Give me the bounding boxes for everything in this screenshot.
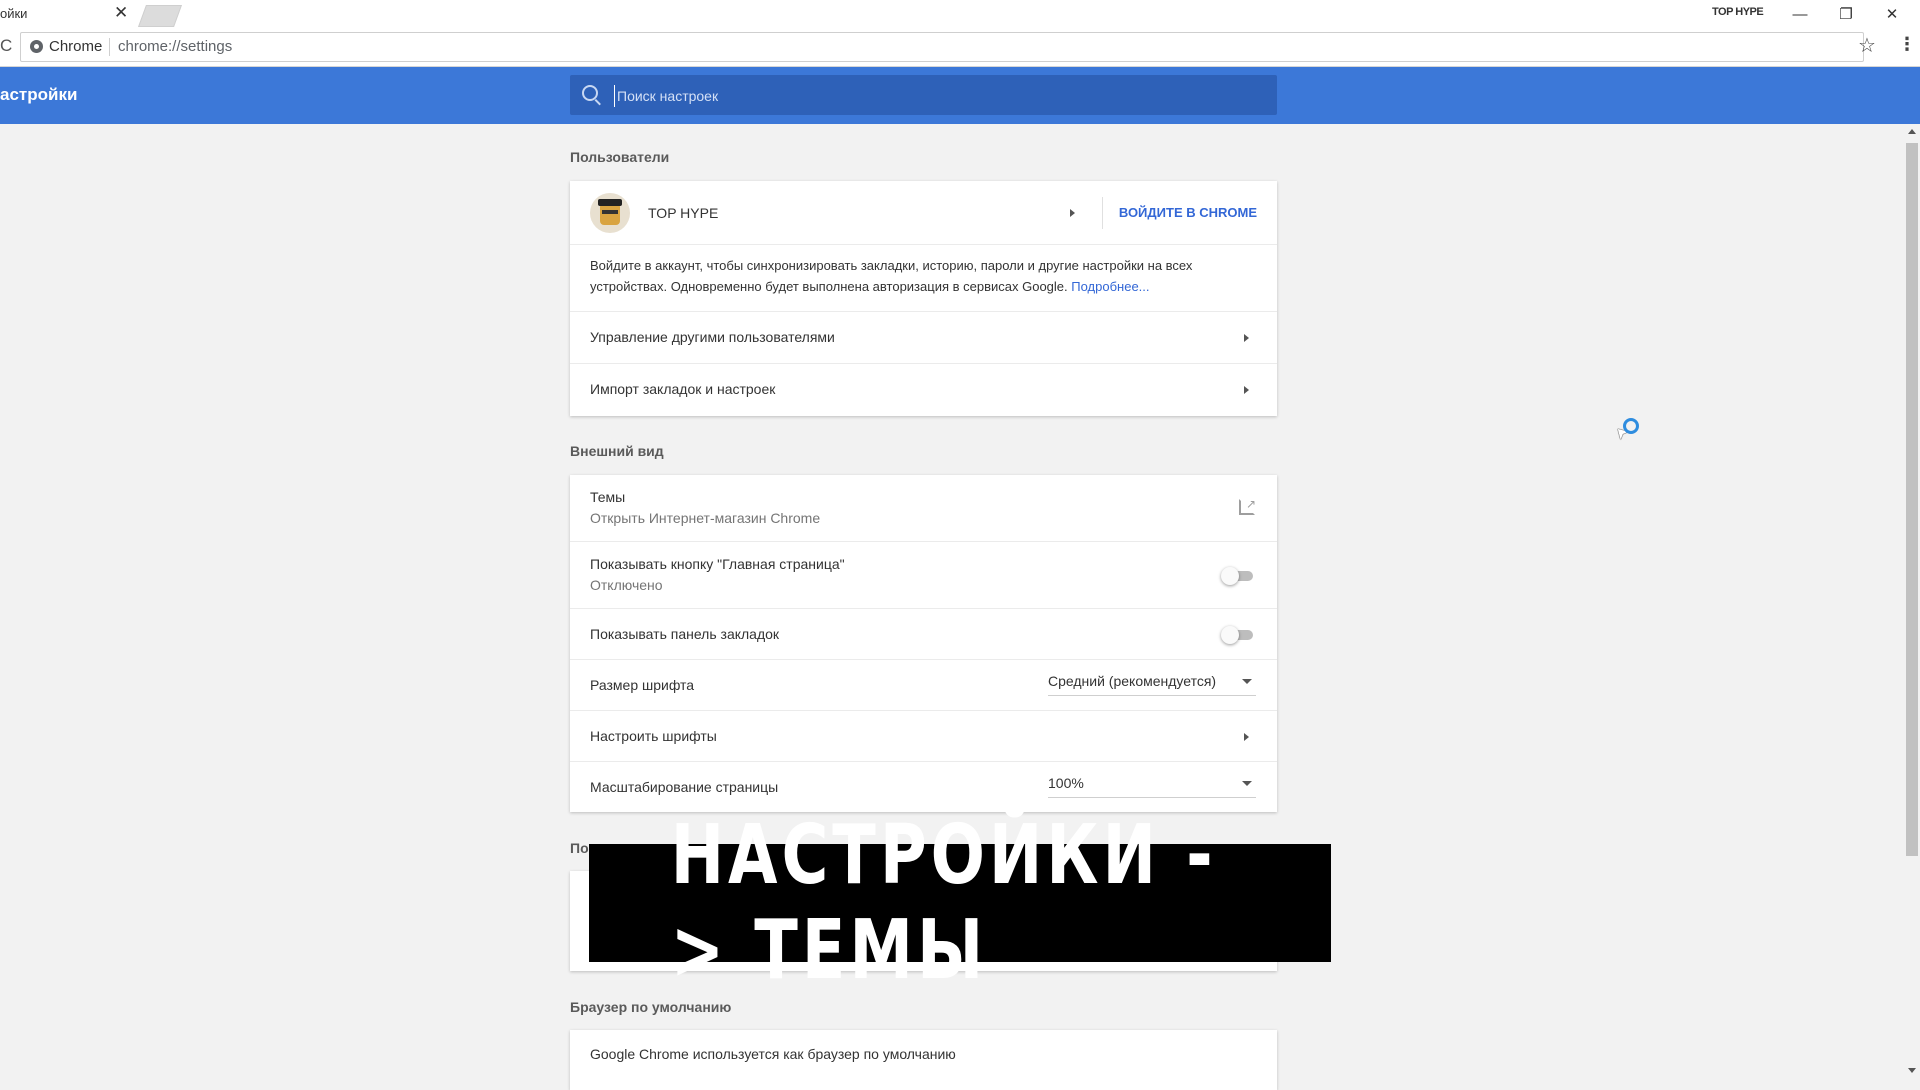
themes-row[interactable]: Темы Открыть Интернет-магазин Chrome ↗	[570, 475, 1277, 542]
profile-arrow-icon[interactable]	[1070, 209, 1075, 217]
chrome-page-icon	[30, 40, 43, 53]
home-button-label: Показывать кнопку "Главная страница"	[590, 556, 845, 572]
chevron-right-icon	[1244, 386, 1249, 394]
scrollbar-thumb[interactable]	[1906, 143, 1918, 856]
manage-users-label: Управление другими пользователями	[590, 329, 835, 345]
page-zoom-value: 100%	[1048, 775, 1084, 791]
bookmark-star-icon[interactable]: ☆	[1858, 33, 1876, 58]
scroll-down-icon[interactable]	[1908, 1068, 1916, 1073]
new-tab-button[interactable]	[137, 5, 183, 27]
tab-close-icon[interactable]: ✕	[114, 3, 128, 23]
video-caption-banner: НАСТРОЙКИ -> ТЕМЫ	[589, 808, 1331, 998]
font-size-select[interactable]: Средний (рекомендуется)	[1048, 669, 1256, 696]
import-label: Импорт закладок и настроек	[590, 381, 776, 397]
appearance-card: Темы Открыть Интернет-магазин Chrome ↗ П…	[570, 475, 1277, 812]
minimize-icon: —	[1792, 5, 1808, 23]
home-button-toggle[interactable]	[1221, 567, 1255, 585]
divider	[1102, 197, 1103, 229]
default-browser-text: Google Chrome используется как браузер п…	[590, 1046, 956, 1062]
browser-toolbar: C Chrome chrome://settings ☆ ⋮	[0, 28, 1920, 67]
page-zoom-label: Масштабирование страницы	[590, 779, 779, 795]
search-icon	[582, 85, 598, 101]
themes-label: Темы	[590, 489, 626, 505]
manage-users-row[interactable]: Управление другими пользователями	[570, 312, 1277, 364]
settings-search-box[interactable]	[570, 75, 1277, 115]
avatar	[590, 193, 630, 233]
section-title-appearance: Внешний вид	[570, 443, 664, 459]
minimize-button[interactable]: —	[1777, 0, 1823, 28]
section-title-users: Пользователи	[570, 149, 670, 165]
scroll-up-icon[interactable]	[1908, 129, 1916, 134]
search-input[interactable]	[614, 85, 1259, 107]
customize-fonts-row[interactable]: Настроить шрифты	[570, 711, 1277, 762]
themes-sublabel: Открыть Интернет-магазин Chrome	[590, 510, 821, 526]
restore-icon: ❐	[1839, 6, 1853, 23]
sign-in-description: Войдите в аккаунт, чтобы синхронизироват…	[590, 255, 1250, 297]
learn-more-link[interactable]: Подробнее...	[1071, 279, 1149, 294]
tab-settings[interactable]: ойки ✕	[0, 0, 134, 28]
chevron-right-icon	[1244, 733, 1249, 741]
chrome-menu-icon[interactable]: ⋮	[1898, 34, 1916, 55]
chevron-down-icon	[1242, 679, 1252, 684]
settings-header: астройки	[0, 67, 1920, 124]
page-zoom-row: Масштабирование страницы 100%	[570, 762, 1277, 812]
reload-icon[interactable]: C	[0, 36, 12, 56]
import-row[interactable]: Импорт закладок и настроек	[570, 364, 1277, 416]
banner-text: НАСТРОЙКИ -> ТЕМЫ	[670, 808, 1217, 998]
close-window-button[interactable]: ✕	[1869, 0, 1915, 28]
address-separator	[109, 38, 110, 56]
close-icon: ✕	[1885, 6, 1899, 23]
customize-fonts-label: Настроить шрифты	[590, 728, 717, 744]
home-button-row: Показывать кнопку "Главная страница" Отк…	[570, 542, 1277, 609]
page-zoom-select[interactable]: 100%	[1048, 771, 1256, 798]
font-size-label: Размер шрифта	[590, 677, 695, 693]
profile-name-badge[interactable]: TOP HYPE	[1712, 6, 1764, 18]
address-chip: Chrome	[49, 38, 103, 55]
sign-in-description-row: Войдите в аккаунт, чтобы синхронизироват…	[570, 245, 1277, 312]
profile-name: TOP HYPE	[648, 205, 719, 221]
home-button-sublabel: Отключено	[590, 577, 663, 593]
restore-button[interactable]: ❐	[1823, 0, 1869, 28]
chevron-down-icon	[1242, 781, 1252, 786]
bookmarks-bar-label: Показывать панель закладок	[590, 626, 780, 642]
external-arrow-icon: ↗	[1245, 497, 1256, 511]
font-size-row: Размер шрифта Средний (рекомендуется)	[570, 660, 1277, 711]
bookmarks-bar-row: Показывать панель закладок	[570, 609, 1277, 660]
section-title-hidden: По	[570, 840, 589, 856]
url-text[interactable]: chrome://settings	[118, 38, 232, 55]
tab-title: ойки	[0, 6, 28, 21]
sign-in-button[interactable]: ВОЙДИТЕ В CHROME	[1119, 205, 1257, 220]
default-browser-card: Google Chrome используется как браузер п…	[570, 1030, 1277, 1090]
title-bar: ойки ✕ TOP HYPE — ❐ ✕	[0, 0, 1920, 28]
section-title-default-browser: Браузер по умолчанию	[570, 999, 732, 1015]
users-card: TOP HYPE ВОЙДИТЕ В CHROME Войдите в акка…	[570, 181, 1277, 416]
font-size-value: Средний (рекомендуется)	[1048, 673, 1217, 689]
profile-row: TOP HYPE ВОЙДИТЕ В CHROME	[570, 181, 1277, 245]
page-title: астройки	[0, 85, 78, 104]
address-bar[interactable]: Chrome chrome://settings	[20, 32, 1864, 62]
busy-indicator-icon	[1623, 418, 1639, 434]
chevron-right-icon	[1244, 334, 1249, 342]
bookmarks-bar-toggle[interactable]	[1221, 626, 1255, 644]
